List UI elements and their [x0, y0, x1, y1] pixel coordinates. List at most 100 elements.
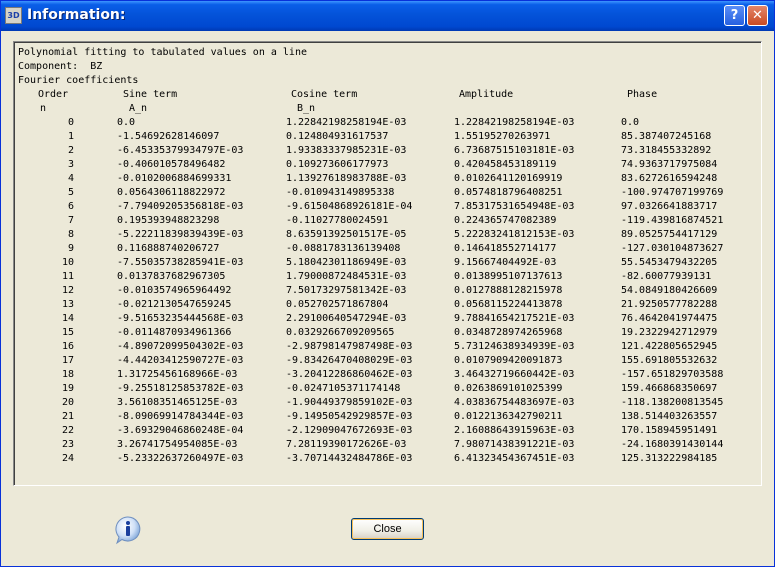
table-row: 22 -3.69329046860248E-04 -2.12909047672693… [18, 424, 761, 438]
subheader-n: n [40, 103, 47, 114]
table-row: 16 -4.89072099504302E-03 -2.98798147987498… [18, 340, 761, 354]
cell-amplitude: 0.0107909420091873 [454, 355, 563, 366]
cell-order: 22 [61, 425, 74, 436]
column-subheaders: n A_n B_n [18, 102, 761, 116]
cell-cosine-term: -9.14950542929857E-03 [286, 411, 413, 422]
cell-phase: 55.5453479432205 [621, 257, 718, 268]
table-row: 20 3.56108351465125E-03 -1.90449379859102E… [18, 396, 761, 410]
cell-sine-term: 3.26741754954085E-03 [117, 439, 238, 450]
cell-sine-term: -7.55035738285941E-03 [117, 257, 244, 268]
cell-phase: 73.318455332892 [621, 145, 712, 156]
table-row: 4 -0.0102006884699331 1.13927618983788E-03… [18, 172, 761, 186]
table-row: 11 0.0137837682967305 1.79000872484531E-03… [18, 270, 761, 284]
cell-cosine-term: 1.22842198258194E-03 [286, 117, 407, 128]
cell-amplitude: 9.78841654217521E-03 [454, 313, 575, 324]
table-row: 10 -7.55035738285941E-03 5.18042301186949E… [18, 256, 761, 270]
cell-amplitude: 0.0568115224413878 [454, 299, 563, 310]
results-text-area[interactable]: Polynomial fitting to tabulated values o… [13, 41, 762, 486]
cell-cosine-term: -2.98798147987498E-03 [286, 341, 413, 352]
table-row: 13 -0.0212130547659245 0.052702571867804 0.… [18, 298, 761, 312]
cell-phase: -118.138200813545 [621, 397, 724, 408]
cell-cosine-term: 0.124804931617537 [286, 131, 389, 142]
cell-order: 19 [61, 383, 74, 394]
cell-order: 15 [61, 327, 74, 338]
cell-cosine-term: 8.63591392501517E-05 [286, 229, 407, 240]
column-header-amplitude: Amplitude [459, 89, 514, 100]
header-line: Component: BZ [18, 61, 103, 72]
cell-sine-term: 0.0 [117, 117, 136, 128]
cell-phase: -127.030104873627 [621, 243, 724, 254]
cell-amplitude: 0.0138995107137613 [454, 271, 563, 282]
cell-amplitude: 4.03836754483697E-03 [454, 397, 575, 408]
cell-cosine-term: 0.109273606177973 [286, 159, 389, 170]
cell-order: 12 [61, 285, 74, 296]
table-row: 18 1.31725456168966E-03 -3.20412286860462E… [18, 368, 761, 382]
cell-order: 10 [61, 257, 74, 268]
cell-cosine-term: -0.11027780024591 [286, 215, 389, 226]
close-button[interactable]: Close [351, 518, 424, 540]
cell-cosine-term: 1.13927618983788E-03 [286, 173, 407, 184]
cell-order: 24 [61, 453, 74, 464]
table-row: 21 -8.09069914784344E-03 -9.14950542929857… [18, 410, 761, 424]
header-line: Polynomial fitting to tabulated values o… [18, 47, 307, 58]
cell-amplitude: 3.46432719660442E-03 [454, 369, 575, 380]
table-row: 8 -5.22211839839439E-03 8.63591392501517E-… [18, 228, 761, 242]
cell-cosine-term: 5.18042301186949E-03 [286, 257, 407, 268]
cell-phase: 54.0849180426609 [621, 285, 718, 296]
cell-order: 23 [61, 439, 74, 450]
column-header-order: Order [38, 89, 69, 100]
cell-order: 13 [61, 299, 74, 310]
cell-order: 16 [61, 341, 74, 352]
cell-sine-term: -3.69329046860248E-04 [117, 425, 244, 436]
window-close-button[interactable]: ✕ [747, 5, 768, 26]
cell-amplitude: 1.55195270263971 [454, 131, 551, 142]
column-header-phase: Phase [627, 89, 658, 100]
table-row: 3 -0.406010578496482 0.109273606177973 0.42… [18, 158, 761, 172]
table-row: 5 0.0564306118822972 -0.010943149895338 0.0… [18, 186, 761, 200]
table-row: 7 0.195393948823298 -0.11027780024591 0.224… [18, 214, 761, 228]
cell-phase: -119.439816874521 [621, 215, 724, 226]
close-icon: ✕ [752, 8, 763, 23]
cell-phase: 74.9363717975084 [621, 159, 718, 170]
title-bar[interactable]: 3D Information: ? ✕ [1, 1, 774, 31]
cell-cosine-term: 0.052702571867804 [286, 299, 389, 310]
cell-order: 9 [67, 243, 74, 254]
cell-sine-term: 0.195393948823298 [117, 215, 220, 226]
table-row: 15 -0.0114870934961366 0.0329266709209565 0… [18, 326, 761, 340]
table-row: 24 -5.23322637260497E-03 -3.70714432484786… [18, 452, 761, 466]
question-icon: ? [730, 8, 739, 23]
cell-sine-term: -4.89072099504302E-03 [117, 341, 244, 352]
cell-sine-term: 1.31725456168966E-03 [117, 369, 238, 380]
help-button[interactable]: ? [724, 5, 745, 26]
table-row: 1 -1.54692628146097 0.124804931617537 1.551… [18, 130, 761, 144]
cell-cosine-term: -9.61504868926181E-04 [286, 201, 413, 212]
cell-amplitude: 9.15667404492E-03 [454, 257, 557, 268]
cell-cosine-term: 7.50173297581342E-03 [286, 285, 407, 296]
app-icon: 3D [5, 7, 22, 24]
cell-sine-term: 0.116888740206727 [117, 243, 220, 254]
cell-sine-term: -4.44203412590727E-03 [117, 355, 244, 366]
cell-sine-term: -9.51653235444568E-03 [117, 313, 244, 324]
cell-phase: 83.6272616594248 [621, 173, 718, 184]
cell-cosine-term: -3.20412286860462E-03 [286, 369, 413, 380]
cell-amplitude: 0.146418552714177 [454, 243, 557, 254]
cell-amplitude: 2.16088643915963E-03 [454, 425, 575, 436]
cell-sine-term: -9.25518125853782E-03 [117, 383, 244, 394]
cell-order: 5 [67, 187, 74, 198]
cell-sine-term: -5.22211839839439E-03 [117, 229, 244, 240]
table-row: 19 -9.25518125853782E-03 -0.02471053711741… [18, 382, 761, 396]
cell-cosine-term: 0.0329266709209565 [286, 327, 395, 338]
table-row: 2 -6.45335379934797E-03 1.93383337985231E-… [18, 144, 761, 158]
cell-order: 4 [67, 173, 74, 184]
subheader-a-n: A_n [129, 103, 148, 114]
cell-phase: 76.4642041974475 [621, 313, 718, 324]
cell-cosine-term: 1.79000872484531E-03 [286, 271, 407, 282]
cell-phase: 121.422805652945 [621, 341, 718, 352]
cell-sine-term: 3.56108351465125E-03 [117, 397, 238, 408]
cell-phase: 0.0 [621, 117, 640, 128]
table-row: 17 -4.44203412590727E-03 -9.83426470408029… [18, 354, 761, 368]
table-row: 0 0.0 1.22842198258194E-03 1.22842198258194… [18, 116, 761, 130]
cell-phase: 97.0326641883717 [621, 201, 718, 212]
cell-amplitude: 5.73124638934939E-03 [454, 341, 575, 352]
cell-phase: -82.60077939131 [621, 271, 712, 282]
